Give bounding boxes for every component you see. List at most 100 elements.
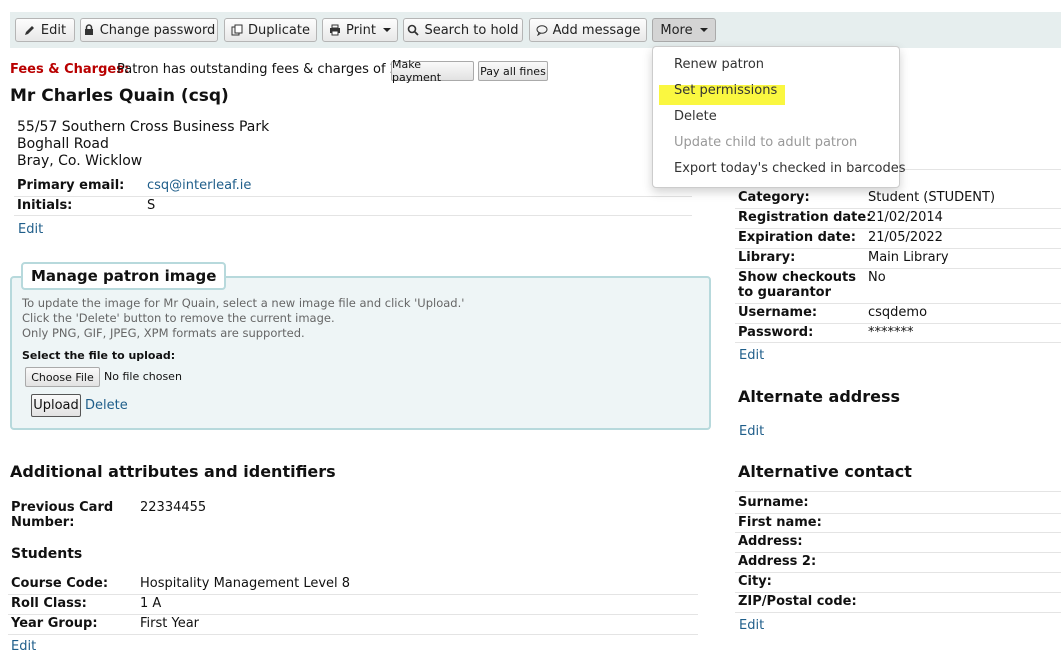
year-group-label: Year Group: xyxy=(11,616,98,631)
image-help-3: Only PNG, GIF, JPEG, XPM formats are sup… xyxy=(22,326,305,340)
divider xyxy=(735,532,1061,533)
divider xyxy=(735,612,1061,613)
select-file-label: Select the file to upload: xyxy=(22,349,176,362)
initials-value: S xyxy=(147,198,156,213)
alt-zip-label: ZIP/Postal code: xyxy=(738,594,857,609)
edit-alternative-contact-link[interactable]: Edit xyxy=(739,618,764,633)
lock-icon xyxy=(84,24,93,35)
address-line-2: Boghall Road xyxy=(17,136,109,152)
show-checkouts-value: No xyxy=(868,270,886,285)
category-value: Student (STUDENT) xyxy=(868,190,996,205)
registration-date-value: 21/02/2014 xyxy=(868,210,943,225)
edit-attributes-link[interactable]: Edit xyxy=(11,639,36,654)
address-line-1: 55/57 Southern Cross Business Park xyxy=(17,119,270,135)
no-file-chosen-text: No file chosen xyxy=(104,370,182,383)
make-payment-button[interactable]: Make payment xyxy=(391,58,474,84)
registration-date-label: Registration date: xyxy=(738,210,872,225)
pencil-icon xyxy=(24,26,34,35)
divider xyxy=(735,552,1061,553)
alt-first-name-label: First name: xyxy=(738,515,822,530)
initials-label: Initials: xyxy=(17,198,73,213)
add-message-button[interactable]: Add message xyxy=(529,18,647,42)
divider xyxy=(735,592,1061,593)
show-checkouts-label: Show checkouts xyxy=(738,270,857,285)
caret-down-icon xyxy=(699,28,708,32)
divider xyxy=(735,513,1061,514)
alt-address2-label: Address 2: xyxy=(738,554,817,569)
roll-class-value: 1 A xyxy=(140,596,162,611)
roll-class-label: Roll Class: xyxy=(11,596,87,611)
divider xyxy=(8,614,698,615)
alt-city-label: City: xyxy=(738,574,772,589)
choose-file-button[interactable]: Choose File xyxy=(25,367,100,387)
upload-button[interactable]: Upload xyxy=(31,394,81,417)
library-label: Library: xyxy=(738,250,796,265)
menu-item-renew-patron[interactable]: Renew patron xyxy=(674,57,764,72)
divider xyxy=(735,208,1061,209)
username-value: csqdemo xyxy=(868,305,928,320)
copy-icon xyxy=(231,24,243,36)
print-icon xyxy=(330,24,341,36)
address-line-3: Bray, Co. Wicklow xyxy=(17,153,143,169)
students-heading: Students xyxy=(11,546,83,562)
comment-icon xyxy=(536,25,548,36)
change-password-button[interactable]: Change password xyxy=(80,18,218,42)
divider xyxy=(735,248,1061,249)
divider xyxy=(14,215,692,216)
delete-image-link[interactable]: Delete xyxy=(85,398,128,413)
menu-item-delete[interactable]: Delete xyxy=(674,109,717,124)
image-help-2: Click the 'Delete' button to remove the … xyxy=(22,311,335,325)
divider xyxy=(735,268,1061,269)
expiration-date-label: Expiration date: xyxy=(738,230,856,245)
username-label: Username: xyxy=(738,305,818,320)
previous-card-label-2: Number: xyxy=(11,515,75,530)
divider xyxy=(8,594,698,595)
previous-card-label: Previous Card xyxy=(11,500,114,515)
fees-text: Patron has outstanding fees & charges of… xyxy=(117,62,423,77)
year-group-value: First Year xyxy=(140,616,200,631)
search-to-hold-button[interactable]: Search to hold xyxy=(403,18,523,42)
category-label: Category: xyxy=(738,190,810,205)
pay-all-fines-button[interactable]: Pay all fines xyxy=(478,61,548,81)
course-code-label: Course Code: xyxy=(11,576,109,591)
email-link[interactable]: csq@interleaf.ie xyxy=(147,178,251,193)
alternate-address-heading: Alternate address xyxy=(738,387,901,406)
divider xyxy=(735,342,1061,343)
alt-surname-label: Surname: xyxy=(738,495,809,510)
course-code-value: Hospitality Management Level 8 xyxy=(140,576,351,591)
divider xyxy=(8,634,698,635)
attributes-heading: Additional attributes and identifiers xyxy=(10,462,336,481)
edit-contact-link[interactable]: Edit xyxy=(18,222,43,237)
menu-item-export-barcodes[interactable]: Export today's checked in barcodes xyxy=(674,161,906,176)
divider xyxy=(735,491,1061,492)
print-button[interactable]: Print xyxy=(322,18,398,42)
divider xyxy=(735,323,1061,324)
password-label: Password: xyxy=(738,325,814,340)
caret-down-icon xyxy=(382,28,391,32)
image-help-1: To update the image for Mr Quain, select… xyxy=(22,296,465,310)
search-icon xyxy=(408,24,420,36)
expiration-date-value: 21/05/2022 xyxy=(868,230,943,245)
library-value: Main Library xyxy=(868,250,949,265)
edit-library-use-link[interactable]: Edit xyxy=(739,348,764,363)
more-dropdown-menu: Renew patron Set permissions Delete Upda… xyxy=(652,46,906,188)
divider xyxy=(735,572,1061,573)
edit-button[interactable]: Edit xyxy=(15,18,75,42)
previous-card-value: 22334455 xyxy=(140,500,207,515)
alt-address-label: Address: xyxy=(738,534,803,549)
email-label: Primary email: xyxy=(17,178,125,193)
patron-toolbar: Edit Change password Duplicate Print Sea… xyxy=(10,12,1061,48)
duplicate-button[interactable]: Duplicate xyxy=(224,18,317,42)
edit-alternate-address-link[interactable]: Edit xyxy=(739,424,764,439)
password-value: ******* xyxy=(868,325,914,340)
divider xyxy=(14,196,692,197)
manage-patron-image-legend: Manage patron image xyxy=(21,262,227,290)
menu-item-set-permissions[interactable]: Set permissions xyxy=(674,83,777,98)
patron-name: Mr Charles Quain (csq) xyxy=(10,86,229,106)
show-checkouts-label-2: to guarantor xyxy=(738,285,831,300)
divider xyxy=(735,228,1061,229)
divider xyxy=(735,303,1061,304)
menu-item-update-child: Update child to adult patron xyxy=(674,135,858,150)
alternative-contact-heading: Alternative contact xyxy=(738,462,912,481)
more-button[interactable]: More xyxy=(652,18,716,42)
